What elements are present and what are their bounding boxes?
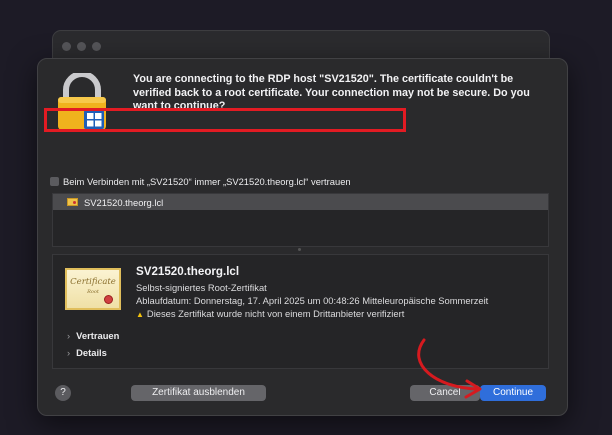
certificate-list-item[interactable]: SV21520.theorg.lcl: [53, 194, 548, 210]
certificate-warning-text: Dieses Zertifikat wurde nicht von einem …: [146, 308, 405, 319]
window-close-dot: [62, 42, 71, 51]
annotation-highlight-box: [44, 108, 406, 132]
trust-disclosure[interactable]: › Vertrauen: [67, 330, 119, 341]
cancel-button[interactable]: Cancel: [410, 385, 480, 401]
chevron-right-icon: ›: [67, 347, 71, 358]
split-view-handle[interactable]: [298, 248, 301, 251]
warning-icon: ▲: [136, 310, 144, 319]
details-disclosure[interactable]: › Details: [67, 347, 107, 358]
trust-checkbox[interactable]: [50, 176, 59, 186]
trust-checkbox-label[interactable]: Beim Verbinden mit „SV21520“ immer „SV21…: [63, 176, 351, 187]
certificate-list[interactable]: SV21520.theorg.lcl: [52, 193, 549, 247]
certificate-type: Selbst-signiertes Root-Zertifikat: [136, 282, 267, 293]
certificate-list-label: SV21520.theorg.lcl: [84, 196, 164, 208]
certificate-small-icon: [67, 198, 78, 206]
hide-certificate-button[interactable]: Zertifikat ausblenden: [131, 385, 266, 401]
details-disclosure-label: Details: [76, 347, 107, 358]
certificate-name: SV21520.theorg.lcl: [136, 265, 240, 278]
window-zoom-dot: [92, 42, 101, 51]
certificate-icon: Certificate Root: [65, 268, 121, 310]
certificate-details-panel: Certificate Root SV21520.theorg.lcl Selb…: [52, 254, 549, 369]
certificate-warning: ▲ Dieses Zertifikat wurde nicht von einem…: [136, 308, 404, 319]
trust-disclosure-label: Vertrauen: [76, 330, 120, 341]
help-button[interactable]: ?: [55, 385, 71, 401]
chevron-right-icon: ›: [67, 330, 71, 341]
trust-checkbox-row[interactable]: Beim Verbinden mit „SV21520“ immer „SV21…: [50, 174, 351, 188]
certificate-expiry: Ablaufdatum: Donnerstag, 17. April 2025 …: [136, 295, 489, 306]
continue-button[interactable]: Continue: [480, 385, 546, 401]
window-minimize-dot: [77, 42, 86, 51]
